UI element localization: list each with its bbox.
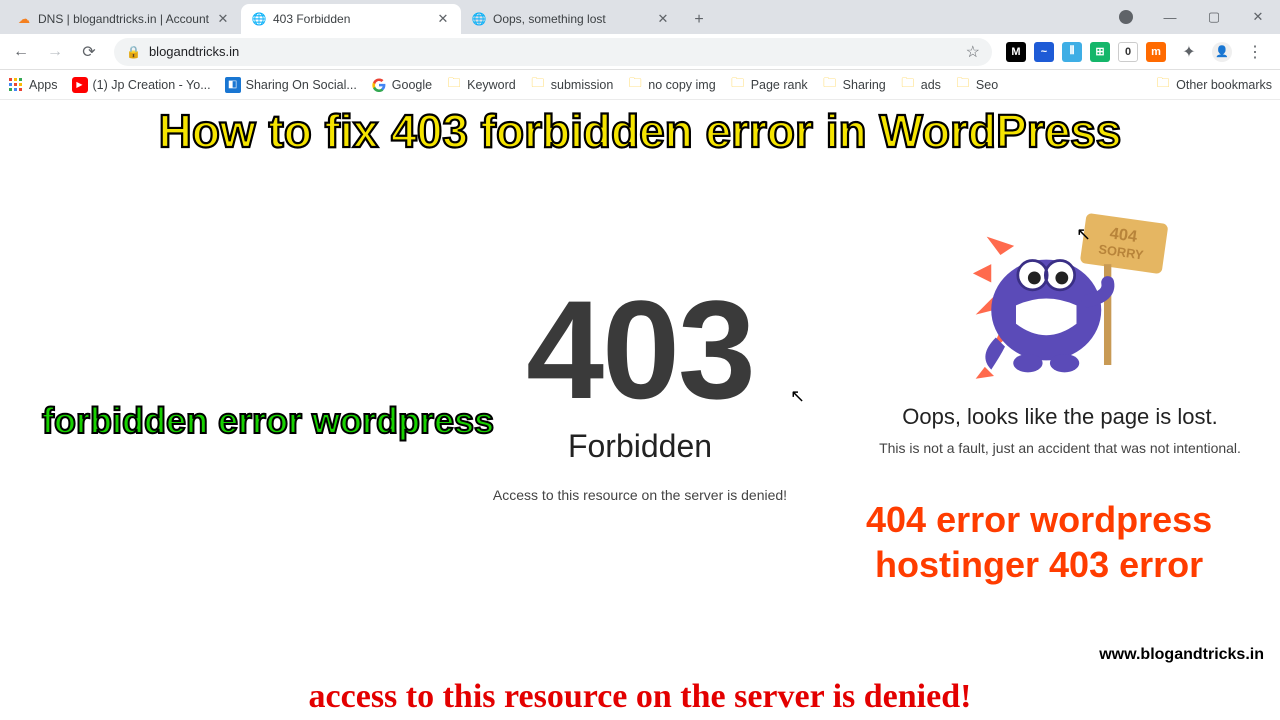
oops-subtext: This is not a fault, just an accident th… [865,440,1255,456]
tab-title: 403 Forbidden [273,12,350,26]
bookmark-label: (1) Jp Creation - Yo... [93,78,211,92]
error-message: Access to this resource on the server is… [430,487,850,503]
browser-toolbar: ← → ⟳ 🔒 blogandtricks.in ☆ M ~ ⦀ ⊞ 0 m ✦… [0,34,1280,70]
bookmark-label: Other bookmarks [1176,78,1272,92]
bookmark-label: no copy img [648,78,715,92]
profile-avatar[interactable]: 👤 [1212,42,1232,62]
bookmark-folder[interactable]: 🗀 Sharing [822,77,886,93]
bookmark-folder[interactable]: 🗀 ads [900,77,941,93]
bookmark-label: Keyword [467,78,516,92]
extension-icon[interactable]: M [1006,42,1026,62]
address-bar[interactable]: 🔒 blogandtricks.in ☆ [114,38,992,66]
bookmark-folder[interactable]: 🗀 Page rank [730,77,808,93]
close-icon[interactable]: ✕ [435,11,451,27]
caption-right: 404 error wordpress hostinger 403 error [866,497,1212,587]
caption-url: www.blogandtricks.in [1099,646,1264,664]
menu-icon[interactable]: ⋮ [1240,37,1270,67]
trello-icon: ◧ [225,77,241,93]
lock-icon: 🔒 [126,45,141,59]
close-icon[interactable]: ✕ [655,11,671,27]
bookmark-label: Sharing On Social... [246,78,357,92]
extension-icon[interactable]: ~ [1034,42,1054,62]
folder-icon: 🗀 [730,77,746,93]
folder-icon: 🗀 [446,77,462,93]
bookmark-item[interactable]: Google [371,77,432,93]
bookmark-item[interactable]: ◧ Sharing On Social... [225,77,357,93]
caption-title: How to fix 403 forbidden error in WordPr… [0,104,1280,158]
cursor-icon: ↖ [790,386,805,407]
folder-icon: 🗀 [822,77,838,93]
forward-button[interactable]: → [40,37,70,67]
error-404-block: 404 SORRY [865,200,1255,456]
maximize-icon[interactable]: ▢ [1192,0,1236,34]
other-bookmarks[interactable]: 🗀 Other bookmarks [1155,77,1272,93]
bookmark-folder[interactable]: 🗀 Keyword [446,77,516,93]
bookmark-label: Google [392,78,432,92]
globe-icon: 🌐 [251,11,267,27]
error-code: 403 [430,280,850,420]
youtube-icon: ▶ [72,77,88,93]
bookmark-folder[interactable]: 🗀 submission [530,77,614,93]
caption-bottom: access to this resource on the server is… [0,678,1280,716]
google-icon [371,77,387,93]
bookmark-item[interactable]: ▶ (1) Jp Creation - Yo... [72,77,211,93]
tab-title: Oops, something lost [493,12,606,26]
bookmark-label: Seo [976,78,998,92]
cursor-icon: ↖ [1076,224,1091,245]
bookmark-label: ads [921,78,941,92]
tab-403[interactable]: 🌐 403 Forbidden ✕ [241,4,461,34]
folder-icon: 🗀 [900,77,916,93]
window-controls: — ▢ ✕ [1104,0,1280,34]
minimize-icon[interactable]: — [1148,0,1192,34]
extension-icon[interactable]: ⊞ [1090,42,1110,62]
extension-icon[interactable]: ⦀ [1062,42,1082,62]
folder-icon: 🗀 [955,77,971,93]
folder-icon: 🗀 [627,77,643,93]
extension-icon[interactable]: m [1146,42,1166,62]
cloudflare-icon: ☁ [16,11,32,27]
bookmark-star-icon[interactable]: ☆ [966,42,980,62]
reload-button[interactable]: ⟳ [74,37,104,67]
bookmark-folder[interactable]: 🗀 Seo [955,77,998,93]
account-icon[interactable] [1104,0,1148,34]
oops-heading: Oops, looks like the page is lost. [865,404,1255,430]
apps-button[interactable]: Apps [8,77,58,93]
url-text: blogandtricks.in [149,44,239,59]
apps-icon [8,77,24,93]
folder-icon: 🗀 [1155,77,1171,93]
caption-right-1: 404 error wordpress [866,499,1212,540]
close-window-icon[interactable]: ✕ [1236,0,1280,34]
bookmarks-bar: Apps ▶ (1) Jp Creation - Yo... ◧ Sharing O… [0,70,1280,100]
tab-title: DNS | blogandtricks.in | Account [38,12,209,26]
close-icon[interactable]: ✕ [215,11,231,27]
extensions-puzzle-icon[interactable]: ✦ [1174,37,1204,67]
bookmark-label: Sharing [843,78,886,92]
extension-icon[interactable]: 0 [1118,42,1138,62]
bookmark-label: Page rank [751,78,808,92]
bookmark-folder[interactable]: 🗀 no copy img [627,77,715,93]
tab-strip: ☁ DNS | blogandtricks.in | Account ✕ 🌐 4… [0,0,1280,34]
new-tab-button[interactable]: + [685,6,713,34]
caption-left: forbidden error wordpress [42,400,494,442]
globe-icon: 🌐 [471,11,487,27]
caption-right-2: hostinger 403 error [875,544,1203,585]
error-403-block: 403 Forbidden Access to this resource on… [430,280,850,503]
tab-oops[interactable]: 🌐 Oops, something lost ✕ [461,4,681,34]
monster-illustration: 404 SORRY [950,200,1170,390]
back-button[interactable]: ← [6,37,36,67]
extensions: M ~ ⦀ ⊞ 0 m ✦ 👤 ⋮ [1002,37,1274,67]
tab-dns[interactable]: ☁ DNS | blogandtricks.in | Account ✕ [6,4,241,34]
bookmark-label: Apps [29,78,58,92]
bookmark-label: submission [551,78,614,92]
folder-icon: 🗀 [530,77,546,93]
